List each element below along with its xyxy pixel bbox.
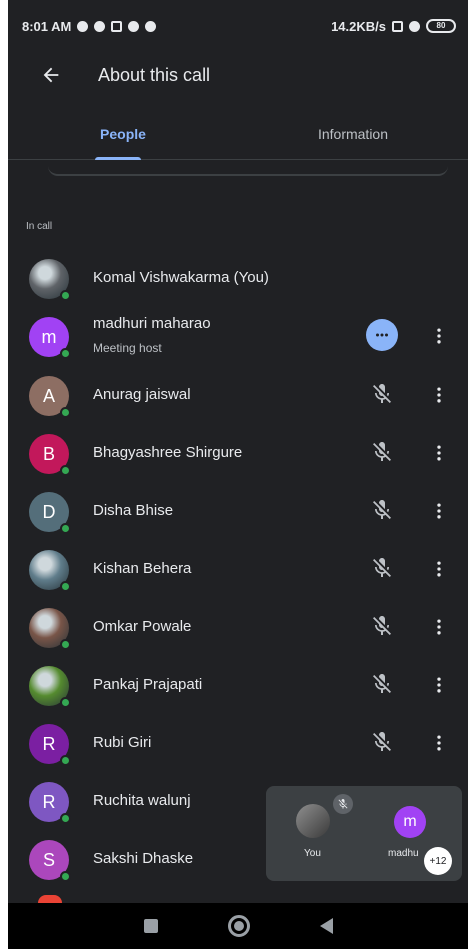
app-bar: About this call — [8, 52, 468, 98]
avatar: B — [29, 434, 71, 476]
more-vert-icon[interactable] — [427, 383, 451, 407]
more-vert-icon[interactable] — [427, 615, 451, 639]
participant-row[interactable]: D Disha Bhise — [8, 482, 468, 540]
online-status-dot — [60, 697, 71, 708]
online-status-dot — [60, 639, 71, 650]
tab-information[interactable]: Information — [238, 108, 468, 159]
section-divider — [48, 166, 448, 176]
mic-off-icon — [370, 440, 396, 466]
mic-off-icon — [370, 730, 396, 756]
avatar — [29, 550, 71, 592]
signal-icon — [392, 20, 403, 32]
system-nav-bar — [8, 903, 468, 949]
mic-off-icon — [370, 672, 396, 698]
participant-name: Ruchita walunj — [93, 792, 191, 809]
participant-name: Rubi Giri — [93, 734, 152, 751]
participant-row[interactable]: A Anurag jaiswal — [8, 366, 468, 424]
pip-participant-count: +12 — [424, 847, 452, 875]
partial-avatar — [38, 895, 62, 903]
participant-row[interactable]: R Rubi Giri — [8, 714, 468, 772]
tab-people-label: People — [100, 125, 146, 142]
online-status-dot — [60, 465, 71, 476]
avatar — [29, 259, 71, 301]
wifi-icon — [409, 20, 420, 32]
participant-row[interactable]: m madhuri maharao Meeting host — [8, 307, 468, 365]
mic-off-icon — [370, 498, 396, 524]
participant-row[interactable]: Omkar Powale — [8, 598, 468, 656]
home-button[interactable] — [227, 915, 250, 937]
online-status-dot — [60, 755, 71, 766]
participant-role: Meeting host — [93, 341, 162, 355]
tab-bar: People Information — [8, 108, 468, 160]
status-bar: 8:01 AM 14.2KB/s 80 — [8, 0, 468, 52]
participant-name: Anurag jaiswal — [93, 386, 191, 403]
section-label: In call — [26, 221, 53, 232]
phone-screen: 8:01 AM 14.2KB/s 80 About this call Peop… — [8, 0, 468, 949]
avatar: D — [29, 492, 71, 534]
more-vert-icon[interactable] — [427, 557, 451, 581]
sync-icon — [94, 20, 106, 32]
participant-name: Sakshi Dhaske — [93, 850, 194, 867]
participant-name: madhuri maharao — [93, 315, 211, 332]
avatar — [29, 608, 71, 650]
back-button[interactable] — [36, 60, 66, 90]
pip-you-label: You — [304, 848, 321, 859]
participant-name: Kishan Behera — [93, 560, 192, 577]
participant-name: Bhagyashree Shirgure — [93, 444, 243, 461]
avatar: S — [29, 840, 71, 882]
more-vert-icon[interactable] — [427, 499, 451, 523]
online-status-dot — [60, 348, 71, 359]
mic-off-icon — [370, 614, 396, 640]
status-time: 8:01 AM — [22, 18, 72, 34]
online-status-dot — [60, 581, 71, 592]
avatar: A — [29, 376, 71, 418]
tab-information-label: Information — [317, 125, 389, 142]
pip-other-avatar: m — [394, 806, 426, 838]
whatsapp-icon — [77, 20, 89, 32]
participant-name: Pankaj Prajapati — [93, 676, 203, 693]
online-status-dot — [60, 813, 71, 824]
pip-other-label: madhu — [388, 848, 419, 859]
system-back-button[interactable] — [319, 918, 333, 934]
network-speed: 14.2KB/s — [331, 18, 386, 34]
avatar: R — [29, 724, 71, 766]
more-vert-icon[interactable] — [427, 673, 451, 697]
pip-you-avatar — [296, 804, 330, 838]
participant-row[interactable]: Komal Vishwakarma (You) — [8, 249, 468, 307]
tab-people[interactable]: People — [8, 108, 238, 160]
avatar: m — [29, 317, 71, 359]
tab-indicator — [95, 157, 141, 160]
participant-name: Disha Bhise — [93, 502, 174, 519]
battery-icon: 80 — [426, 19, 456, 33]
avatar — [29, 666, 71, 708]
avatar: R — [29, 782, 71, 824]
online-status-dot — [60, 290, 71, 301]
mic-off-icon — [370, 556, 396, 582]
participant-row[interactable]: Kishan Behera — [8, 540, 468, 598]
online-status-dot — [60, 407, 71, 418]
floating-self-view[interactable]: You m madhu +12 — [266, 786, 462, 881]
arrow-left-icon — [43, 67, 59, 83]
chrome-icon — [128, 20, 140, 32]
recents-button[interactable] — [143, 919, 158, 933]
participant-row[interactable]: Pankaj Prajapati — [8, 656, 468, 714]
participant-name: Komal Vishwakarma (You) — [93, 269, 269, 286]
cloud-icon — [145, 20, 157, 32]
more-horiz-icon[interactable] — [366, 319, 398, 351]
mic-off-icon — [370, 382, 396, 408]
participant-row[interactable]: B Bhagyashree Shirgure — [8, 424, 468, 482]
online-status-dot — [60, 523, 71, 534]
participant-name: Omkar Powale — [93, 618, 192, 635]
gallery-icon — [111, 20, 123, 32]
page-title: About this call — [98, 64, 211, 85]
more-vert-icon[interactable] — [427, 441, 451, 465]
mic-off-icon — [333, 794, 353, 814]
online-status-dot — [60, 871, 71, 882]
more-vert-icon[interactable] — [427, 731, 451, 755]
more-vert-icon[interactable] — [427, 324, 451, 348]
